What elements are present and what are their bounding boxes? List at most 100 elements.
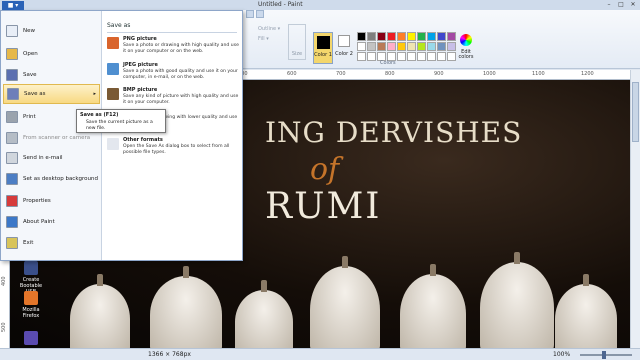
- file-menu-item[interactable]: Save as ▸: [3, 84, 100, 104]
- palette-swatch[interactable]: [407, 42, 416, 51]
- palette-swatch[interactable]: [437, 52, 446, 61]
- save-as-option-title: PNG picture: [123, 36, 157, 42]
- save-as-tooltip: Save as (F12) Save the current picture a…: [76, 109, 166, 133]
- save-as-option-description: Save a photo or drawing with high qualit…: [123, 43, 239, 54]
- palette-swatch[interactable]: [377, 32, 386, 41]
- info-icon: [6, 216, 18, 228]
- palette-swatch[interactable]: [447, 52, 456, 61]
- dancer-hat: [583, 274, 589, 286]
- edit-colors-label: Edit colors: [458, 49, 474, 60]
- save-as-panel: Save as PNG picture Save a photo or drawi…: [104, 11, 242, 260]
- palette-swatch[interactable]: [427, 32, 436, 41]
- palette-swatch[interactable]: [447, 42, 456, 51]
- palette-swatch[interactable]: [437, 32, 446, 41]
- file-menu-item-label: Send in e-mail: [23, 155, 63, 161]
- palette-swatch[interactable]: [357, 52, 366, 61]
- file-menu-commands: New Open Save Save as ▸ Print From scanner or …: [1, 11, 102, 260]
- file-menu-item[interactable]: Save: [3, 65, 100, 85]
- edit-colors-button[interactable]: Edit colors: [457, 32, 475, 64]
- maximize-button[interactable]: □: [616, 0, 626, 8]
- dancer-figure: [555, 274, 617, 348]
- fill-dropdown[interactable]: Fill ▾: [258, 34, 280, 44]
- palette-swatch[interactable]: [387, 32, 396, 41]
- dancer-hat: [261, 280, 267, 292]
- dancer-figure: [480, 252, 554, 348]
- save-as-option[interactable]: JPEG picture Save a photo with good quali…: [107, 62, 239, 81]
- tooltip-description: Save the current picture as a new file.: [86, 120, 153, 131]
- palette-swatch[interactable]: [367, 32, 376, 41]
- poster-subline: of: [310, 152, 340, 187]
- palette-swatch[interactable]: [357, 32, 366, 41]
- vertical-scrollbar[interactable]: [630, 70, 640, 348]
- palette-swatch[interactable]: [357, 42, 366, 51]
- palette-swatch[interactable]: [447, 32, 456, 41]
- palette-swatch[interactable]: [427, 42, 436, 51]
- open-folder-icon: [6, 48, 18, 60]
- dancer-figure: [400, 264, 466, 348]
- palette-swatch[interactable]: [367, 42, 376, 51]
- scrollbar-thumb[interactable]: [632, 82, 639, 142]
- window-controls: – □ ✕: [604, 0, 638, 8]
- ruler-tick-label: 600: [287, 71, 297, 77]
- bmp-icon: [107, 88, 119, 100]
- png-icon: [107, 37, 119, 49]
- desktop-shortcut[interactable]: Create Bootable USB: [14, 261, 48, 295]
- palette-swatch[interactable]: [417, 32, 426, 41]
- palette-swatch[interactable]: [397, 52, 406, 61]
- other-formats-icon: [107, 138, 119, 150]
- palette-swatch[interactable]: [417, 52, 426, 61]
- palette-swatch[interactable]: [397, 42, 406, 51]
- dancer-figure: [235, 280, 293, 348]
- submenu-arrow-icon: ▸: [93, 91, 96, 97]
- properties-check-icon: [6, 195, 18, 207]
- palette-swatch[interactable]: [437, 42, 446, 51]
- palette-swatch[interactable]: [407, 52, 416, 61]
- email-icon: [6, 152, 18, 164]
- file-menu-item[interactable]: Send in e-mail: [3, 148, 100, 168]
- desktop-shortcut-icon: [24, 291, 38, 305]
- dancer-hat: [430, 264, 436, 276]
- file-menu-item-label: Save: [23, 72, 37, 78]
- new-file-icon: [6, 25, 18, 37]
- file-menu-item[interactable]: Open: [3, 44, 100, 64]
- color1-button[interactable]: Color 1: [313, 32, 333, 64]
- minimize-button[interactable]: –: [604, 0, 614, 8]
- divider: [107, 32, 237, 33]
- desktop-shortcut[interactable]: [14, 331, 48, 347]
- palette-swatch[interactable]: [387, 42, 396, 51]
- file-menu-item-label: From scanner or camera: [23, 135, 91, 141]
- color2-button[interactable]: Color 2: [335, 32, 353, 64]
- palette-swatch[interactable]: [397, 32, 406, 41]
- save-as-option[interactable]: PNG picture Save a photo or drawing with …: [107, 36, 239, 55]
- save-as-option[interactable]: BMP picture Save any kind of picture with…: [107, 87, 239, 106]
- image-dimensions: 1366 × 768px: [148, 351, 191, 358]
- file-menu-item[interactable]: Set as desktop background: [3, 169, 100, 189]
- outline-dropdown[interactable]: Outline ▾: [258, 24, 280, 34]
- file-menu-item[interactable]: About Paint: [3, 212, 100, 232]
- save-as-option[interactable]: Other formats Open the Save As dialog box…: [107, 137, 239, 156]
- palette-swatch[interactable]: [377, 42, 386, 51]
- desktop-icon: [6, 173, 18, 185]
- color2-swatch: [338, 35, 350, 47]
- file-menu-item[interactable]: New: [3, 21, 100, 41]
- poster-name: RUMI: [265, 186, 382, 227]
- palette-swatch[interactable]: [427, 52, 436, 61]
- file-menu-item[interactable]: Exit: [3, 233, 100, 253]
- zoom-slider[interactable]: [580, 354, 632, 356]
- close-button[interactable]: ✕: [628, 0, 638, 8]
- save-as-option-description: Save any kind of picture with high quali…: [123, 94, 239, 105]
- palette-swatch[interactable]: [367, 52, 376, 61]
- save-as-icon: [7, 88, 19, 100]
- size-button[interactable]: Size: [288, 24, 306, 60]
- exit-icon: [6, 237, 18, 249]
- palette-swatch[interactable]: [417, 42, 426, 51]
- title-bar: Untitled - Paint – □ ✕: [0, 0, 640, 10]
- file-tab[interactable]: ■ ▾: [2, 1, 24, 10]
- save-as-option-title: BMP picture: [123, 87, 158, 93]
- qat-undo-icon[interactable]: [246, 10, 254, 18]
- file-menu-item[interactable]: Properties: [3, 191, 100, 211]
- palette-swatch[interactable]: [407, 32, 416, 41]
- desktop-shortcut[interactable]: Mozilla Firefox: [14, 291, 48, 319]
- zoom-slider-knob[interactable]: [602, 351, 606, 359]
- qat-redo-icon[interactable]: [256, 10, 264, 18]
